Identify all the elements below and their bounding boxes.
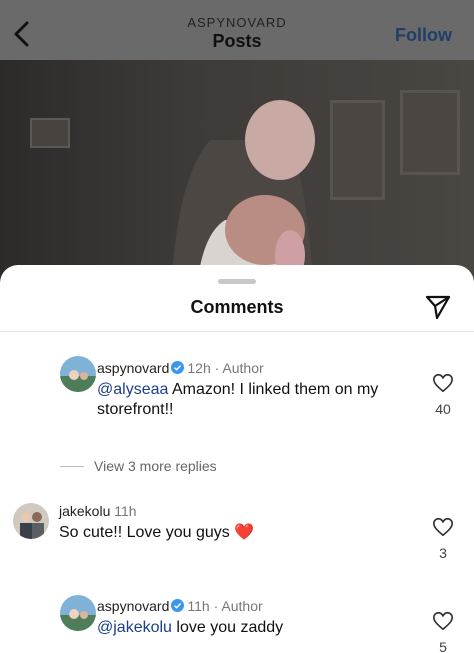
verified-badge-icon: [171, 361, 185, 374]
post-image[interactable]: [0, 60, 474, 300]
comment-username[interactable]: aspynovard: [97, 360, 169, 376]
comment-time: 12h: [187, 360, 211, 376]
comment-text: @alyseaa Amazon! I linked them on my sto…: [97, 380, 397, 420]
heart-outline-icon[interactable]: [432, 372, 454, 394]
mention-link[interactable]: @jakekolu: [97, 619, 172, 636]
comment-username[interactable]: jakekolu: [59, 503, 110, 519]
comment-meta: jakekolu 11h: [59, 503, 137, 519]
top-bar: ASPYNOVARD Posts Follow: [0, 0, 474, 60]
follow-button[interactable]: Follow: [395, 25, 452, 46]
replies-line: [60, 466, 84, 467]
like-count: 40: [435, 401, 451, 417]
sheet-title: Comments: [190, 297, 284, 317]
comment-text: @jakekolu love you zaddy: [97, 618, 283, 638]
comment-text-content: love you zaddy: [176, 619, 284, 636]
avatar-photo: [60, 356, 96, 392]
verified-badge-icon: [171, 599, 185, 612]
avatar-photo: [60, 595, 96, 631]
like-count: 5: [439, 639, 447, 653]
comment-text: So cute!! Love you guys ❤️: [59, 523, 254, 543]
divider: [0, 331, 474, 332]
comment-time: 11h: [114, 503, 137, 519]
avatar[interactable]: [60, 595, 96, 631]
comments-sheet: Comments aspynovard 12h · Author @alyseaa…: [0, 265, 474, 653]
avatar[interactable]: [13, 503, 49, 539]
comment-text-line2: storefront!!: [97, 401, 174, 418]
wall-switch: [30, 118, 70, 148]
comment-text-content: So cute!! Love you guys: [59, 524, 230, 541]
comment-time: 11h: [187, 598, 210, 614]
heart-emoji: ❤️: [234, 524, 255, 541]
author-badge: Author: [222, 360, 264, 376]
paper-plane-icon[interactable]: [424, 293, 452, 321]
mention-link[interactable]: @alyseaa: [97, 381, 168, 398]
avatar-photo: [13, 503, 49, 539]
heart-outline-icon[interactable]: [432, 516, 454, 538]
view-replies-link[interactable]: View 3 more replies: [94, 458, 217, 474]
comment-meta: aspynovard 11h · Author: [97, 598, 263, 614]
drag-handle[interactable]: [218, 279, 256, 284]
comment-username[interactable]: aspynovard: [97, 598, 169, 614]
like-count: 3: [439, 545, 447, 561]
wall-frame: [400, 90, 460, 175]
heart-outline-icon[interactable]: [432, 610, 454, 632]
avatar[interactable]: [60, 356, 96, 392]
comment-meta: aspynovard 12h · Author: [97, 360, 264, 376]
comment-text-line1: Amazon! I linked them on my: [171, 381, 379, 398]
author-badge: Author: [221, 598, 263, 614]
